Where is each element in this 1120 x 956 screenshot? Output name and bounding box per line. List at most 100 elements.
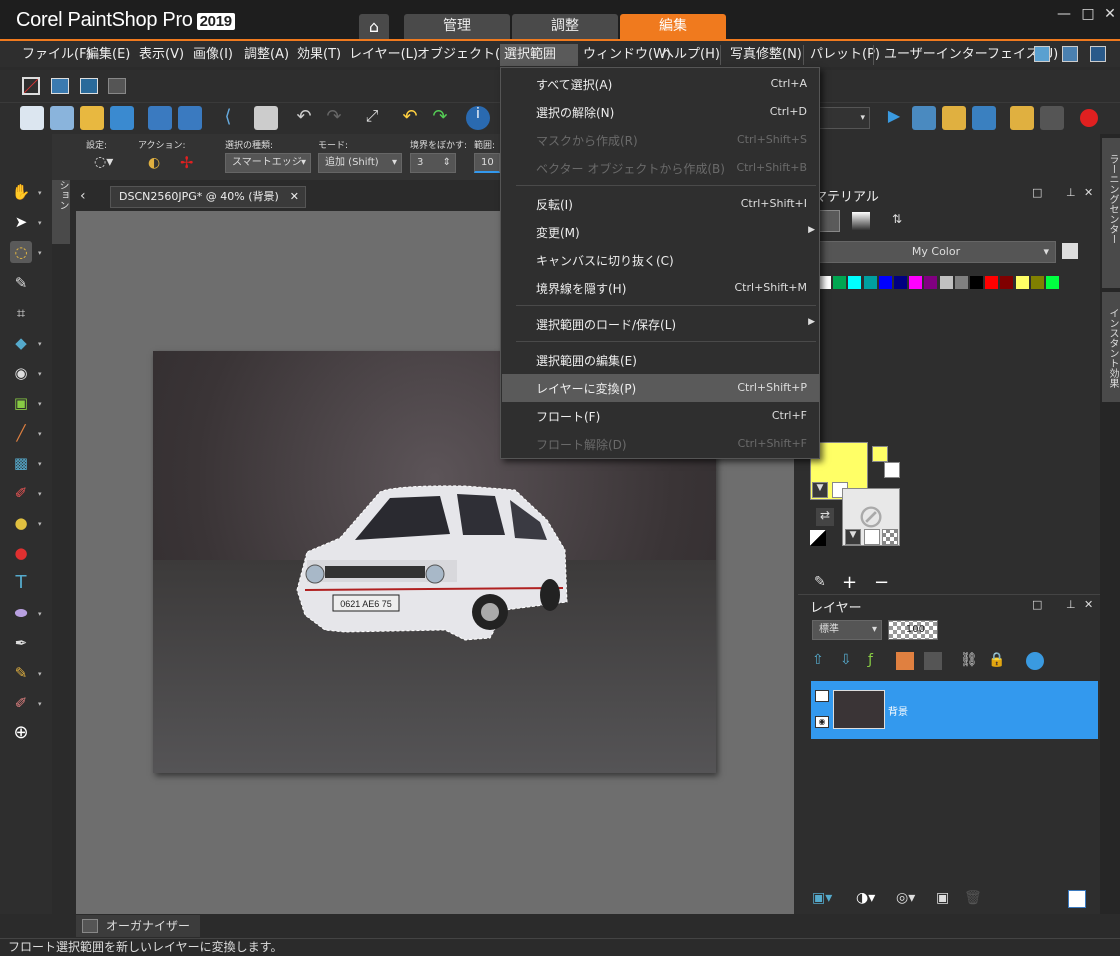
resize-icon[interactable]: ⤢ bbox=[360, 106, 384, 130]
redo-icon[interactable]: ↷ bbox=[322, 106, 346, 130]
menu-item-hide-marquee[interactable]: 境界線を隠す(H) Ctrl+Shift+M bbox=[502, 274, 819, 302]
straighten-tool-icon[interactable]: ◆ bbox=[10, 332, 32, 354]
chevron-down-icon[interactable]: ▾ bbox=[38, 400, 42, 408]
chevron-down-icon[interactable]: ▾ bbox=[38, 520, 42, 528]
chevron-down-icon[interactable]: ▾ bbox=[38, 700, 42, 708]
menu-item-select-none[interactable]: 選択の解除(N) Ctrl+D bbox=[502, 98, 819, 126]
redo-history-icon[interactable]: ↷ bbox=[428, 106, 452, 130]
mask-icon[interactable] bbox=[896, 652, 914, 670]
layer-name[interactable]: 背景 bbox=[888, 703, 908, 718]
warp-brush-icon[interactable]: ✎ bbox=[10, 662, 32, 684]
delete-layer-icon[interactable]: 🗑 bbox=[964, 890, 982, 908]
menu-item-load-save[interactable]: 選択範囲のロード/保存(L) ▶ bbox=[502, 310, 819, 338]
panel-restore-icon[interactable]: □ bbox=[1032, 598, 1042, 611]
add-swatch-icon[interactable]: + bbox=[842, 572, 857, 593]
workspace-icon-2[interactable] bbox=[1062, 46, 1078, 62]
color-swatch[interactable] bbox=[894, 276, 907, 289]
transparent-icon[interactable] bbox=[882, 529, 898, 545]
minimize-button[interactable]: — bbox=[1054, 6, 1074, 24]
tab-instant-effects[interactable]: インスタント効果 bbox=[1102, 292, 1120, 402]
background-mini[interactable] bbox=[884, 462, 900, 478]
save-as-icon[interactable] bbox=[178, 106, 202, 130]
new-layer-icon[interactable]: ▣▾ bbox=[812, 890, 834, 910]
edit-script-icon[interactable] bbox=[942, 106, 966, 130]
info-icon[interactable]: i bbox=[466, 106, 490, 130]
eraser-tool-icon[interactable]: ✐ bbox=[10, 692, 32, 714]
menu-photo-retouch[interactable]: 写真修整(N) bbox=[726, 44, 806, 66]
mode-select[interactable]: 追加 (Shift) ▾ bbox=[318, 153, 402, 173]
scanner-icon[interactable] bbox=[110, 106, 134, 130]
script-icon[interactable] bbox=[51, 78, 69, 94]
color-swatch[interactable] bbox=[985, 276, 999, 289]
reset-colors-icon[interactable] bbox=[810, 530, 826, 546]
menu-selections[interactable]: 選択範囲(S) bbox=[500, 44, 578, 84]
dropper-tool-icon[interactable]: ✎ bbox=[10, 272, 32, 294]
chevron-down-icon[interactable]: ▾ bbox=[38, 460, 42, 468]
menu-edit[interactable]: 編集(E) bbox=[82, 44, 134, 66]
color-swatch[interactable] bbox=[1046, 276, 1059, 289]
crop-tool-icon[interactable]: ⌗ bbox=[10, 302, 32, 324]
menu-view[interactable]: 表示(V) bbox=[135, 44, 188, 66]
maximize-button[interactable]: □ bbox=[1078, 6, 1098, 24]
foreground-mini[interactable] bbox=[872, 446, 888, 462]
color-swatch[interactable] bbox=[863, 276, 877, 289]
blend-mode-select[interactable]: 標準 ▾ bbox=[812, 620, 882, 640]
close-tab-icon[interactable]: ✕ bbox=[290, 187, 299, 207]
chevron-down-icon[interactable]: ▾ bbox=[38, 430, 42, 438]
chevron-down-icon[interactable]: ▾ bbox=[38, 670, 42, 678]
new-grid-icon[interactable] bbox=[50, 106, 74, 130]
menu-item-select-all[interactable]: すべて選択(A) Ctrl+A bbox=[502, 70, 819, 98]
menu-layers[interactable]: レイヤー(L) bbox=[345, 44, 422, 66]
visibility-settings-icon[interactable] bbox=[1026, 652, 1044, 670]
print-icon[interactable] bbox=[254, 106, 278, 130]
home-icon[interactable]: ⌂ bbox=[359, 14, 389, 39]
smudge-tool-icon[interactable]: ● bbox=[10, 512, 32, 534]
chevron-left-icon[interactable]: ‹ bbox=[80, 188, 86, 204]
dodge-tool-icon[interactable]: ✐ bbox=[10, 482, 32, 504]
color-swatch[interactable] bbox=[954, 276, 968, 289]
menu-item-crop-to-canvas[interactable]: キャンバスに切り抜く(C) bbox=[502, 246, 819, 274]
close-button[interactable]: ✕ bbox=[1100, 6, 1120, 24]
undo-icon[interactable]: ↶ bbox=[292, 106, 316, 130]
open-folder-icon[interactable] bbox=[80, 106, 104, 130]
color-swatch[interactable] bbox=[848, 276, 862, 289]
chevron-down-icon[interactable]: ▾ bbox=[38, 219, 42, 227]
panel-pin-icon[interactable]: ⊥ bbox=[1066, 186, 1076, 199]
script-step-icon[interactable] bbox=[912, 106, 936, 130]
no-script-icon[interactable] bbox=[22, 77, 40, 95]
tab-adjust[interactable]: 調整 bbox=[512, 14, 618, 39]
fx-icon[interactable]: ƒ bbox=[868, 652, 886, 670]
color-swatch[interactable] bbox=[924, 276, 938, 289]
scratch-remover-icon[interactable]: ▩ bbox=[10, 452, 32, 474]
new-layer-down-icon[interactable]: ⇩ bbox=[840, 652, 858, 670]
color-swatch[interactable] bbox=[878, 276, 892, 289]
panel-close-icon[interactable]: ✕ bbox=[1084, 186, 1093, 199]
menu-image[interactable]: 画像(I) bbox=[189, 44, 237, 66]
color-swatch[interactable] bbox=[970, 276, 983, 289]
color-swatch[interactable] bbox=[1015, 276, 1029, 289]
color-swatch[interactable] bbox=[1030, 276, 1044, 289]
tab-edit[interactable]: 編集 bbox=[620, 14, 726, 39]
menu-item-float[interactable]: フロート(F) Ctrl+F bbox=[502, 402, 819, 430]
bg-style-icon[interactable]: ▼ bbox=[845, 529, 861, 545]
script-run-icon[interactable] bbox=[80, 78, 98, 94]
chevron-down-icon[interactable]: ▾ bbox=[38, 340, 42, 348]
menu-item-promote-to-layer[interactable]: レイヤーに変換(P) Ctrl+Shift+P bbox=[502, 374, 819, 402]
script-batch-icon[interactable] bbox=[108, 78, 126, 94]
menu-item-modify[interactable]: 変更(M) ▶ bbox=[502, 218, 819, 246]
dropper-icon[interactable]: ✎ bbox=[814, 574, 826, 590]
makeover-tool-icon[interactable]: ▣ bbox=[10, 392, 32, 414]
script-list-icon[interactable] bbox=[972, 106, 996, 130]
palette-select[interactable]: My Color ▾ bbox=[816, 241, 1056, 263]
smart-selection-tool-icon[interactable]: ◌ bbox=[10, 241, 32, 263]
save-icon[interactable] bbox=[148, 106, 172, 130]
undo-history-icon[interactable]: ↶ bbox=[398, 106, 422, 130]
panel-restore-icon[interactable]: □ bbox=[1032, 186, 1042, 199]
merge-icon[interactable]: ▣ bbox=[936, 890, 954, 908]
opacity-input[interactable]: 100 bbox=[888, 620, 938, 640]
pen-tool-icon[interactable]: ✒ bbox=[10, 632, 32, 654]
remove-swatch-icon[interactable]: − bbox=[874, 572, 889, 593]
document-tab[interactable]: DSCN2560JPG* @ 40% (背景) ✕ bbox=[110, 186, 306, 208]
pick-tool-icon[interactable]: ➤ bbox=[10, 211, 32, 233]
red-eye-tool-icon[interactable]: ◉ bbox=[10, 362, 32, 384]
